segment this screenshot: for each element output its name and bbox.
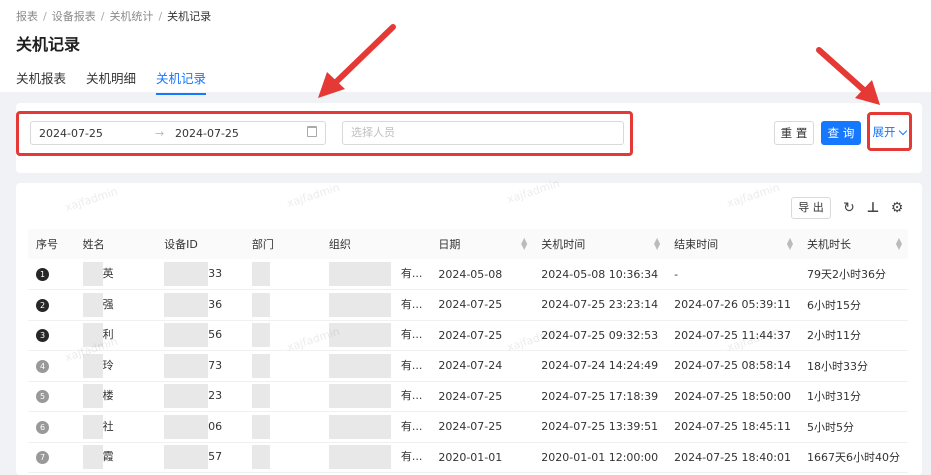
annotation-arrow	[816, 47, 880, 105]
annotation-arrow	[318, 24, 396, 98]
annotation-arrows	[318, 24, 880, 105]
